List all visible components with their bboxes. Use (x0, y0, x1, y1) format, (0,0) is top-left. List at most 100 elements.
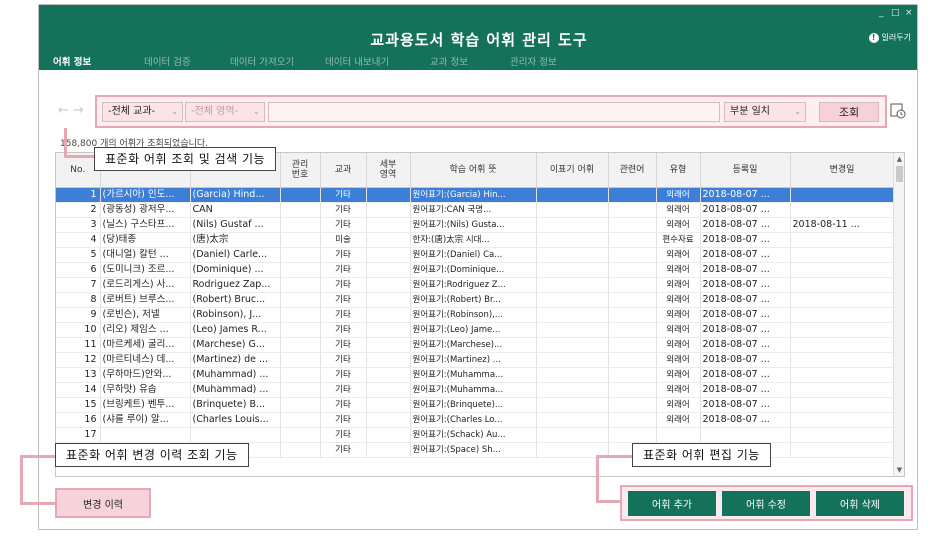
change-history-button[interactable]: 변경 이력 (55, 488, 151, 518)
table-cell: 기타 (320, 322, 367, 338)
help-label: 일러두기 (881, 33, 911, 42)
scroll-up-icon[interactable]: ▲ (894, 155, 904, 163)
table-cell: (대니얼) 칼턴 ... (100, 247, 191, 263)
table-cell: 원어표기:(Leo) Jame... (410, 322, 537, 338)
area-select[interactable]: -전체 영역- ⌄ (185, 102, 265, 122)
table-row[interactable]: 10 (리오) 제임스 ... (Leo) James R... 기타 원어표기:(Le… (56, 322, 895, 338)
table-row[interactable]: 13 (무하마드)안와... (Muhammad) ... 기타 원어표기:(Muham… (56, 367, 895, 383)
table-cell: (唐)太宗 (190, 232, 281, 248)
table-row[interactable]: 7 (로드리게스) 사... Rodriguez Zap... 기타 원어표기:Rodr… (56, 277, 895, 293)
table-cell (366, 247, 411, 263)
vertical-scrollbar[interactable]: ▲ ▼ (893, 153, 904, 476)
table-cell: (Robinson), J... (190, 307, 281, 323)
column-header[interactable]: 등록일 (700, 153, 791, 188)
help-link[interactable]: ! 일러두기 (868, 32, 911, 43)
table-cell: 원어표기:(Robinson),... (410, 307, 537, 323)
tab-data-export[interactable]: 데이터 내보내기 (325, 54, 389, 68)
table-cell: 기타 (320, 247, 367, 263)
table-cell: 8 (56, 292, 101, 308)
table-cell: 외래어 (656, 262, 701, 278)
table-cell: 7 (56, 277, 101, 293)
table-cell: 2 (56, 202, 101, 218)
history-clock-icon[interactable] (890, 103, 906, 119)
table-cell (366, 322, 411, 338)
table-cell (366, 292, 411, 308)
table-cell: (샤를 루이) 알... (100, 412, 191, 428)
tab-admin-info[interactable]: 관리자 정보 (510, 54, 557, 68)
table-cell: (로버트) 브루스... (100, 292, 191, 308)
table-cell: 기타 (320, 277, 367, 293)
table-cell: CAN (190, 202, 281, 218)
chevron-down-icon: ⌄ (253, 107, 260, 116)
column-header[interactable]: 유형 (656, 153, 701, 188)
table-cell (366, 307, 411, 323)
table-row[interactable]: 1 (가르시아) 인도... (Garcia) Hind... 기타 원어표기:(Gar… (56, 187, 895, 203)
scroll-down-icon[interactable]: ▼ (894, 466, 904, 474)
table-row[interactable]: 4 (당)태종 (唐)太宗 미술 한자:(唐)太宗 시대... 편수자료 2018-08-0… (56, 232, 895, 248)
table-cell: 2018-08-07 ... (700, 322, 791, 338)
table-row[interactable]: 15 (브링케트) 벤투... (Brinquete) B... 기타 원어표기:(Br… (56, 397, 895, 413)
column-header[interactable]: 세부 영역 (366, 153, 411, 188)
table-cell (790, 412, 895, 428)
table-cell (366, 202, 411, 218)
table-cell: 6 (56, 262, 101, 278)
table-cell (280, 277, 321, 293)
table-row[interactable]: 16 (샤를 루이) 알... (Charles Louis... 기타 원어표기:(C… (56, 412, 895, 428)
table-cell (366, 352, 411, 368)
column-header[interactable]: 관리 번호 (280, 153, 321, 188)
column-header[interactable]: 관련어 (608, 153, 657, 188)
column-header[interactable]: 변경일 (790, 153, 895, 188)
table-cell (608, 217, 657, 233)
table-cell: 원어표기:(Space) Sh... (410, 442, 537, 458)
minimize-icon[interactable]: _ (879, 8, 884, 18)
table-cell (536, 232, 609, 248)
scroll-thumb[interactable] (896, 166, 903, 182)
table-row[interactable]: 6 (도미니크) 조르... (Dominique) ... 기타 원어표기:(Domi… (56, 262, 895, 278)
tab-data-validation[interactable]: 데이터 검증 (144, 54, 191, 68)
table-row[interactable]: 2 (광동성) 광저우... CAN 기타 원어표기:CAN 국명... 외래어 2018-… (56, 202, 895, 218)
add-word-button[interactable]: 어휘 추가 (628, 491, 716, 516)
history-nav-arrows[interactable]: ←→ (58, 103, 88, 118)
callout-connector-history (20, 455, 23, 505)
tab-word-info[interactable]: 어휘 정보 (53, 54, 91, 68)
table-row[interactable]: 8 (로버트) 브루스... (Robert) Bruc... 기타 원어표기:(Rob… (56, 292, 895, 308)
table-row[interactable]: 17 기타 원어표기:(Schack) Au... (56, 427, 895, 443)
table-cell: 12 (56, 352, 101, 368)
table-cell: 5 (56, 247, 101, 263)
table-cell (280, 217, 321, 233)
table-row[interactable]: 5 (대니얼) 칼턴 ... (Daniel) Carle... 기타 원어표기:(Da… (56, 247, 895, 263)
table-cell: 원어표기:(Muhamma... (410, 382, 537, 398)
table-cell (790, 397, 895, 413)
table-row[interactable]: 3 (닐스) 구스타프... (Nils) Gustaf ... 기타 원어표기:(Ni… (56, 217, 895, 233)
column-header[interactable]: 학습 어휘 뜻 (410, 153, 537, 188)
close-icon[interactable]: × (905, 8, 913, 18)
table-cell: (무하마드)안와... (100, 367, 191, 383)
tab-data-import[interactable]: 데이터 가져오기 (230, 54, 294, 68)
table-cell (280, 337, 321, 353)
column-header[interactable]: 교과 (320, 153, 367, 188)
table-cell (280, 307, 321, 323)
maximize-icon[interactable]: □ (891, 8, 900, 18)
table-cell: 미술 (320, 232, 367, 248)
delete-word-button[interactable]: 어휘 삭제 (816, 491, 904, 516)
table-row[interactable]: 12 (마르티네스) 데... (Martinez) de ... 기타 원어표기:(M… (56, 352, 895, 368)
table-cell: (닐스) 구스타프... (100, 217, 191, 233)
table-cell: 외래어 (656, 337, 701, 353)
edit-word-button[interactable]: 어휘 수정 (722, 491, 810, 516)
table-cell: 2018-08-11 ... (790, 217, 895, 233)
table-row[interactable]: 9 (로빈슨), 저넬 (Robinson), J... 기타 원어표기:(Robins… (56, 307, 895, 323)
table-row[interactable]: 14 (무하맛) 유솝 (Muhammad) ... 기타 원어표기:(Muhamma.… (56, 382, 895, 398)
table-cell (700, 427, 791, 443)
tab-subject-info[interactable]: 교과 정보 (430, 54, 468, 68)
subject-select[interactable]: -전체 교과- ⌄ (102, 102, 183, 122)
table-cell (536, 262, 609, 278)
app-title: 교과용도서 학습 어휘 관리 도구 (370, 31, 588, 49)
column-header[interactable]: 이표기 어휘 (536, 153, 609, 188)
search-input[interactable] (268, 102, 720, 122)
search-button[interactable]: 조회 (819, 102, 879, 122)
table-cell (280, 412, 321, 428)
match-mode-select[interactable]: 부분 일치 ⌄ (724, 102, 806, 122)
table-cell: 외래어 (656, 202, 701, 218)
table-cell: 원어표기:(Marchese)... (410, 337, 537, 353)
table-row[interactable]: 11 (마르케세) 굴리... (Marchese) G... 기타 원어표기:(Mar… (56, 337, 895, 353)
